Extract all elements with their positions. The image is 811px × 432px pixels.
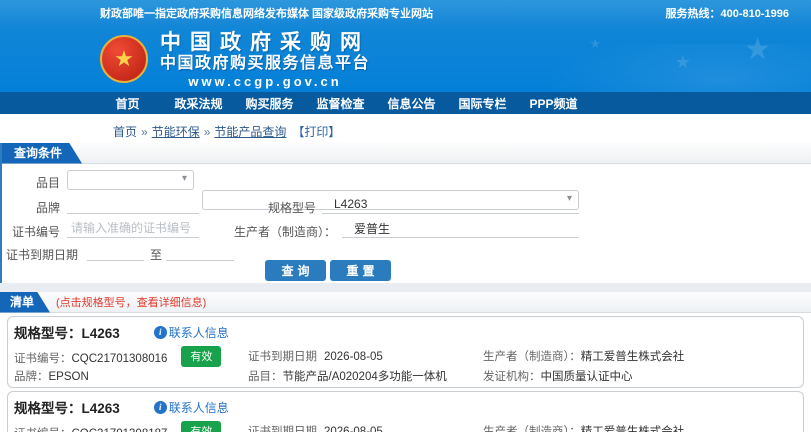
star-decoration-icon: ★ (744, 33, 771, 66)
emblem-star-icon: ★ (114, 46, 134, 71)
manufacturer-value: 精工爱普生株式会社 (580, 351, 685, 363)
top-service-bar: 财政部唯一指定政府采购信息网络发布媒体 国家级政府采购专业网站 服务热线：400… (0, 0, 811, 26)
search-button[interactable]: 查询 (265, 260, 326, 281)
star-decoration-icon: ★ (589, 36, 601, 51)
site-subtitle: 中国政府购买服务信息平台 (160, 55, 371, 72)
status-badge: 有效 (181, 346, 222, 367)
result-item-header: 规格型号：L4263 i 联系人信息 (8, 317, 803, 345)
model-number-link[interactable]: 规格型号：L4263 (14, 322, 120, 342)
breadcrumb-home-link[interactable]: 首页 (113, 125, 137, 139)
query-section-bar: 查询条件 (2, 143, 811, 164)
nav-item-regulations[interactable]: 政采法规 (163, 95, 234, 112)
site-title-block: 中国政府采购网 中国政府购买服务信息平台 www.ccgp.gov.cn (160, 32, 370, 90)
info-icon: i (153, 400, 167, 414)
nav-item-ppp-channel[interactable]: PPP频道 (518, 95, 589, 112)
model-number-link[interactable]: 规格型号：L4263 (14, 397, 120, 417)
nav-item-supervision[interactable]: 监督检查 (305, 95, 376, 112)
cert-no-input[interactable] (67, 219, 199, 238)
brand-label: 品牌： (14, 371, 49, 383)
contact-info-label: 联系人信息 (168, 400, 229, 415)
expiry-date-label: 证书到期日期 (5, 248, 78, 262)
breadcrumb-page-link[interactable]: 节能产品查询 (214, 125, 286, 139)
cert-no-label: 证书编号： (14, 428, 72, 432)
category-value: 节能产品/A020204多功能一体机 (282, 371, 447, 383)
cert-no-label: 证书编号： (14, 353, 72, 365)
brand-value: EPSON (48, 371, 89, 383)
issuer-value: 中国质量认证中心 (540, 371, 633, 383)
manufacturer-value: 精工爱普生株式会社 (580, 426, 685, 432)
status-badge: 有效 (181, 421, 222, 432)
info-icon: i (153, 325, 167, 339)
nav-item-announcements[interactable]: 信息公告 (376, 95, 447, 112)
site-url: www.ccgp.gov.cn (188, 74, 342, 89)
model-value: L4263 (81, 401, 120, 416)
national-emblem-logo: ★ (100, 35, 148, 83)
list-hint-note: (点击规格型号，查看详细信息) (56, 297, 207, 309)
contact-info-link[interactable]: i 联系人信息 (153, 399, 229, 416)
query-form: 品目 ▾ ▾ 品牌 规格型号 证书编号 生产者（制造商）： 证书到期日期 至 查… (2, 164, 811, 282)
category-group-select[interactable]: ▾ (67, 170, 194, 190)
item-detail-row: 品牌：EPSON 品目：节能产品/A020204多功能一体机 发证机构：中国质量… (8, 365, 803, 387)
model-label: 规格型号： (14, 326, 82, 341)
tab-query-conditions: 查询条件 (2, 143, 82, 164)
model-label: 规格型号 (267, 201, 316, 215)
section-divider (0, 283, 811, 292)
model-label: 规格型号： (14, 401, 82, 416)
result-item: 规格型号：L4263 i 联系人信息 证书编号：CQC21701308016 有效… (7, 316, 804, 388)
cert-no-label: 证书编号 (11, 225, 60, 239)
chevron-down-icon: ▾ (181, 173, 187, 184)
contact-info-label: 联系人信息 (168, 325, 229, 340)
expiry-value: 2026-08-05 (324, 351, 383, 363)
site-header: ★ ★ ★ ★ 中国政府采购网 中国政府购买服务信息平台 www.ccgp.go… (0, 26, 811, 92)
reset-button[interactable]: 重置 (330, 260, 391, 281)
category-label: 品目： (248, 371, 283, 383)
manufacturer-input[interactable] (342, 219, 579, 238)
site-title: 中国政府采购网 (160, 31, 370, 54)
tab-list: 清单 (0, 292, 50, 313)
cert-no-value: CQC21701308187 (72, 428, 168, 432)
model-input[interactable] (322, 195, 579, 214)
cert-no-value: CQC21701308016 (71, 353, 168, 365)
page: 财政部唯一指定政府采购信息网络发布媒体 国家级政府采购专业网站 服务热线：400… (0, 0, 811, 432)
manufacturer-label: 生产者（制造商）： (233, 225, 336, 239)
expiry-from-input[interactable] (87, 242, 144, 261)
date-range-to-label: 至 (150, 248, 163, 262)
expiry-to-input[interactable] (166, 242, 234, 261)
breadcrumb: 首页» 节能环保» 节能产品查询 【打印】 (0, 114, 811, 143)
query-conditions-section: 查询条件 品目 ▾ ▾ 品牌 规格型号 证书编号 生产者（制造商）： 证书到期日… (0, 143, 811, 292)
result-item: 规格型号：L4263 i 联系人信息 证书编号：CQC21701308187 有效… (7, 391, 804, 432)
category-label: 品目 (35, 176, 60, 190)
nav-item-purchase-services[interactable]: 购买服务 (234, 95, 305, 112)
item-detail-row: 证书编号：CQC21701308016 有效 证书到期日期 2026-08-05 生… (8, 345, 803, 367)
model-value: L4263 (81, 326, 120, 341)
brand-input[interactable] (67, 195, 199, 214)
breadcrumb-category-link[interactable]: 节能环保 (152, 125, 200, 139)
star-decoration-icon: ★ (674, 52, 691, 72)
contact-info-link[interactable]: i 联系人信息 (153, 324, 229, 341)
expiry-label: 证书到期日期 (248, 351, 317, 363)
item-detail-row: 证书编号：CQC21701308187 有效 证书到期日期 2026-08-05 生… (8, 420, 803, 432)
service-hotline: 服务热线：400-810-1996 (665, 8, 789, 20)
results-list-section: 清单 (点击规格型号，查看详细信息) 规格型号：L4263 i 联系人信息 证书… (0, 292, 811, 432)
breadcrumb-separator: » (203, 125, 211, 139)
nav-item-home[interactable]: 首页 (92, 95, 163, 112)
manufacturer-label: 生产者（制造商）： (483, 351, 581, 363)
result-item-header: 规格型号：L4263 i 联系人信息 (8, 392, 803, 420)
nav-item-international[interactable]: 国际专栏 (447, 95, 518, 112)
breadcrumb-separator: » (141, 125, 148, 139)
site-tagline: 财政部唯一指定政府采购信息网络发布媒体 国家级政府采购专业网站 (100, 8, 434, 20)
list-section-bar: 清单 (点击规格型号，查看详细信息) (0, 292, 811, 313)
main-nav: 首页 政采法规 购买服务 监督检查 信息公告 国际专栏 PPP频道 (0, 92, 811, 114)
expiry-value: 2026-08-05 (324, 426, 383, 432)
print-link[interactable]: 【打印】 (292, 125, 340, 139)
manufacturer-label: 生产者（制造商）： (483, 426, 581, 432)
expiry-label: 证书到期日期 (248, 426, 317, 432)
issuer-label: 发证机构： (483, 371, 541, 383)
brand-label: 品牌 (35, 201, 60, 215)
